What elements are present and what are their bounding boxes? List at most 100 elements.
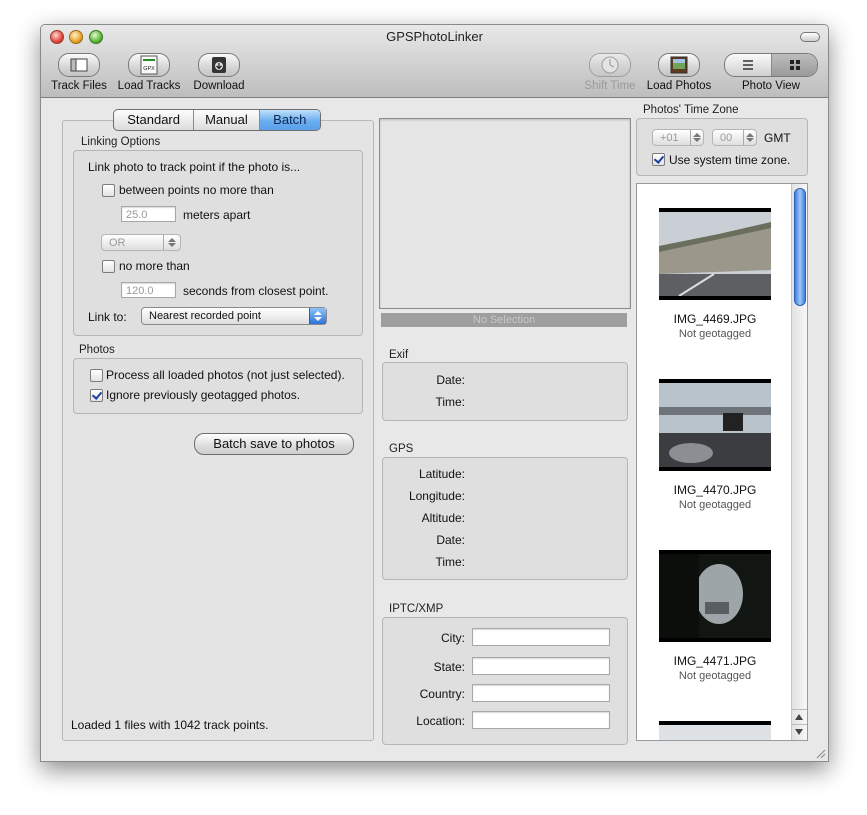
photo-status: Not geotagged <box>678 499 752 511</box>
city-label: City: <box>441 631 465 645</box>
batch-save-button[interactable]: Batch save to photos <box>194 433 354 455</box>
photo-name: IMG_4470.JPG <box>673 483 757 497</box>
photo-album-icon <box>670 56 688 74</box>
gps-date-label: Date: <box>436 533 465 547</box>
process-all-checkbox[interactable] <box>90 369 103 382</box>
thumbnail-image <box>659 212 771 297</box>
link-to-label: Link to: <box>88 310 127 324</box>
no-more-than-checkbox[interactable] <box>102 260 115 273</box>
chevron-updown-icon <box>163 235 180 250</box>
photo-list[interactable]: IMG_4469.JPG Not geotagged IMG_4470.JPG … <box>636 183 808 741</box>
photos-options-title: Photos <box>79 344 115 356</box>
iptc-title: IPTC/XMP <box>389 603 444 615</box>
photo-item[interactable]: IMG_4470.JPG Not geotagged <box>637 355 793 526</box>
exif-date-label: Date: <box>436 373 465 387</box>
link-to-value: Nearest recorded point <box>149 310 261 322</box>
window-title: GPSPhotoLinker <box>386 29 483 44</box>
grid-view-button[interactable] <box>772 54 817 76</box>
stepper-icon <box>690 130 703 145</box>
track-files-icon <box>70 58 88 72</box>
gps-time-label: Time: <box>435 555 465 569</box>
timezone-minutes-value: 00 <box>720 132 733 144</box>
photo-thumbnail[interactable] <box>659 208 771 300</box>
city-field[interactable] <box>472 628 610 646</box>
photo-status: Not geotagged <box>678 328 752 340</box>
toolbar-toggle-button[interactable] <box>800 32 820 42</box>
gmt-label: GMT <box>764 131 791 145</box>
status-text: Loaded 1 files with 1042 track points. <box>71 718 269 732</box>
svg-text:GPX: GPX <box>143 66 155 72</box>
track-files-label: Track Files <box>51 80 107 92</box>
exif-box <box>382 362 628 421</box>
clock-icon <box>601 56 619 74</box>
photo-item[interactable]: IMG_4469.JPG Not geotagged <box>637 184 793 355</box>
link-to-popup[interactable]: Nearest recorded point <box>141 307 327 325</box>
or-popup: OR <box>101 234 181 251</box>
seconds-field[interactable]: 120.0 <box>121 282 176 298</box>
no-selection-bar: No Selection <box>381 313 627 327</box>
tab-standard[interactable]: Standard <box>114 110 195 130</box>
thumbnail-image <box>659 554 771 638</box>
state-label: State: <box>433 660 465 674</box>
list-view-icon <box>743 60 753 70</box>
photo-view-label: Photo View <box>742 80 800 92</box>
meters-field[interactable]: 25.0 <box>121 206 176 222</box>
use-system-timezone-label: Use system time zone. <box>669 153 791 167</box>
download-icon <box>212 57 226 73</box>
timezone-title: Photos' Time Zone <box>643 104 739 116</box>
arrow-up-icon <box>795 714 803 720</box>
link-intro-text: Link photo to track point if the photo i… <box>88 160 301 174</box>
photo-thumbnail[interactable] <box>659 550 771 642</box>
load-tracks-label: Load Tracks <box>117 80 181 92</box>
shift-time-label: Shift Time <box>584 80 636 92</box>
load-photos-button[interactable]: Load Photos <box>643 53 715 92</box>
app-window: GPSPhotoLinker Track Files GPX Load Trac… <box>40 24 829 762</box>
photo-name: IMG_4471.JPG <box>673 654 757 668</box>
location-label: Location: <box>416 714 465 728</box>
linking-options-title: Linking Options <box>81 136 161 148</box>
process-all-label: Process all loaded photos (not just sele… <box>106 368 345 382</box>
timezone-minutes-stepper: 00 <box>712 129 757 146</box>
photo-item[interactable]: IMG_4471.JPG Not geotagged <box>637 526 793 697</box>
photo-thumbnail[interactable] <box>659 379 771 471</box>
list-view-button[interactable] <box>725 54 772 76</box>
between-points-checkbox[interactable] <box>102 184 115 197</box>
tab-batch[interactable]: Batch <box>259 110 320 130</box>
resize-grip-icon[interactable] <box>814 747 826 759</box>
scroll-up-button[interactable] <box>792 709 807 724</box>
download-label: Download <box>193 80 245 92</box>
state-field[interactable] <box>472 657 610 675</box>
country-label: Country: <box>419 687 465 701</box>
download-button[interactable]: Download <box>189 53 249 92</box>
scrollbar[interactable] <box>791 184 807 740</box>
between-points-label: between points no more than <box>119 183 274 197</box>
timezone-box <box>636 118 808 176</box>
timezone-hours-value: +01 <box>660 132 679 144</box>
photo-view-control[interactable]: Photo View <box>723 53 819 92</box>
load-photos-label: Load Photos <box>646 80 712 92</box>
photo-preview <box>379 118 631 309</box>
chevron-updown-icon <box>309 308 326 324</box>
use-system-timezone-checkbox[interactable] <box>652 153 665 166</box>
gps-title: GPS <box>389 443 414 455</box>
latitude-label: Latitude: <box>418 467 465 481</box>
photos-options-box <box>73 358 363 414</box>
shift-time-button: Shift Time <box>579 53 641 92</box>
ignore-geotagged-checkbox[interactable] <box>90 389 103 402</box>
photo-name: IMG_4469.JPG <box>673 312 757 326</box>
toolbar: GPSPhotoLinker Track Files GPX Load Trac… <box>41 25 828 98</box>
arrow-down-icon <box>795 729 803 735</box>
scrollbar-thumb[interactable] <box>794 188 806 306</box>
track-files-button[interactable]: Track Files <box>49 53 109 92</box>
mode-tabs[interactable]: Standard Manual Batch <box>113 109 321 131</box>
gpx-file-icon: GPX <box>140 55 158 75</box>
longitude-label: Longitude: <box>408 489 465 503</box>
tab-manual[interactable]: Manual <box>194 110 260 130</box>
scroll-down-button[interactable] <box>792 724 807 740</box>
meters-suffix: meters apart <box>183 208 251 222</box>
photo-thumbnail-partial[interactable] <box>659 721 771 740</box>
grid-view-icon <box>790 60 800 70</box>
location-field[interactable] <box>472 711 610 729</box>
country-field[interactable] <box>472 684 610 702</box>
load-tracks-button[interactable]: GPX Load Tracks <box>115 53 183 92</box>
